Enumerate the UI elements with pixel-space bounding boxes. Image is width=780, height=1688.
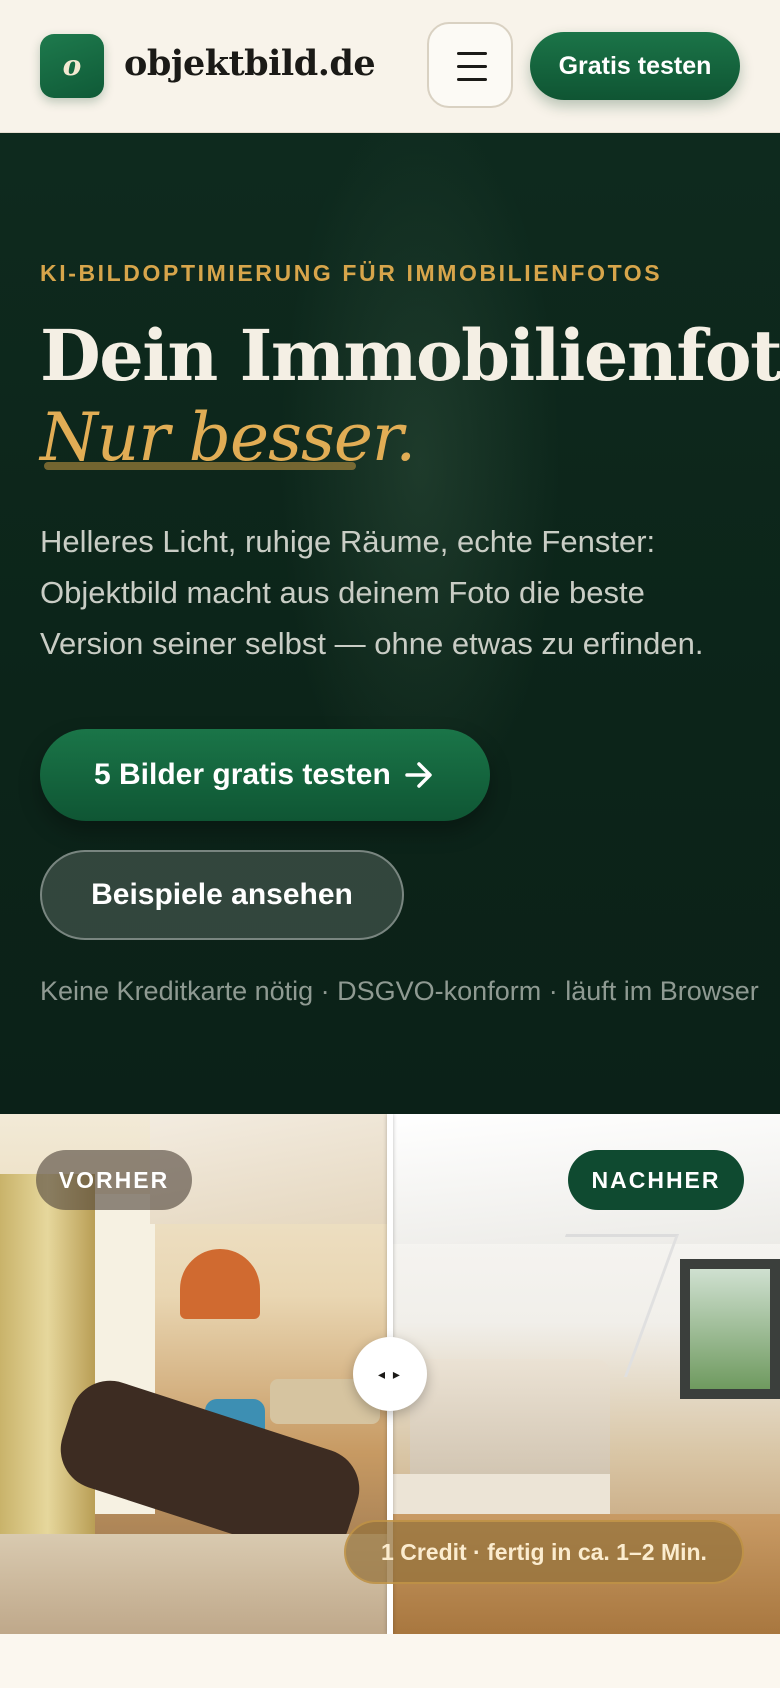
headline-underline bbox=[44, 462, 356, 470]
curtain bbox=[0, 1174, 95, 1594]
trust-line: Keine Kreditkarte nötig · DSGVO-konform … bbox=[40, 976, 759, 1006]
header-cta-button[interactable]: Gratis testen bbox=[530, 32, 740, 100]
hero-eyebrow: KI-BILDOPTIMIERUNG FÜR IMMOBILIENFOTOS bbox=[40, 260, 663, 286]
hamburger-icon-line bbox=[457, 65, 487, 68]
window-view bbox=[690, 1269, 770, 1389]
arrow-right-icon bbox=[405, 762, 432, 788]
lamp-shade bbox=[180, 1249, 260, 1319]
logo-mark[interactable]: o bbox=[40, 34, 104, 98]
primary-cta-label: 5 Bilder gratis testen bbox=[94, 758, 391, 791]
sofa bbox=[410, 1359, 610, 1489]
before-after-slider[interactable]: ◂ ▸ VORHER NACHHER 1 Credit · fertig in … bbox=[0, 1114, 780, 1634]
hero-subtext: Helleres Licht, ruhige Räume, echte Fens… bbox=[40, 524, 704, 661]
menu-button[interactable] bbox=[427, 22, 513, 108]
hero-section: KI-BILDOPTIMIERUNG FÜR IMMOBILIENFOTOS D… bbox=[0, 133, 780, 1114]
hero-headline: Dein Immobilienfoto. bbox=[40, 314, 780, 397]
slider-handle[interactable]: ◂ ▸ bbox=[353, 1337, 427, 1411]
hamburger-icon-line bbox=[457, 78, 487, 81]
rug bbox=[0, 1534, 390, 1634]
before-badge: VORHER bbox=[36, 1150, 192, 1210]
primary-cta-button[interactable]: 5 Bilder gratis testen bbox=[40, 729, 490, 821]
staircase bbox=[513, 1234, 680, 1377]
site-header: o objektbild.de Gratis testen bbox=[0, 0, 780, 133]
hamburger-icon bbox=[457, 52, 487, 55]
after-badge: NACHHER bbox=[568, 1150, 744, 1210]
logo-text[interactable]: objektbild.de bbox=[124, 36, 376, 92]
secondary-cta-button[interactable]: Beispiele ansehen bbox=[40, 850, 404, 940]
credit-note: 1 Credit · fertig in ca. 1–2 Min. bbox=[344, 1520, 744, 1584]
